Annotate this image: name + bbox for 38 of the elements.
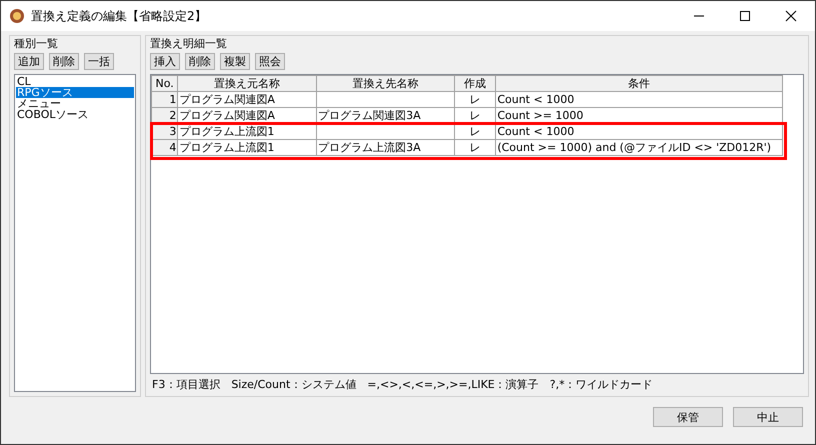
toolbar-button[interactable]: 一括 — [84, 53, 114, 70]
toolbar-button[interactable]: 追加 — [14, 53, 44, 70]
group-title: 種別一覧 — [14, 36, 59, 51]
column-header[interactable]: 条件 — [496, 76, 782, 92]
table-cell: プログラム関連図3A — [316, 108, 454, 124]
group-title: 置換え明細一覧 — [150, 36, 228, 51]
row-number: 1 — [152, 92, 178, 108]
table-cell: Count >= 1000 — [496, 108, 782, 124]
column-header[interactable]: 作成 — [454, 76, 496, 92]
maximize-icon[interactable] — [739, 10, 751, 22]
toolbar-button[interactable]: 照会 — [255, 53, 285, 70]
list-item[interactable]: メニュー — [16, 98, 134, 109]
close-icon[interactable] — [785, 10, 797, 22]
table-cell: (Count >= 1000) and (@ファイルID <> 'ZD012R') — [496, 140, 782, 156]
column-header[interactable]: No. — [152, 76, 178, 92]
window-title: 置換え定義の編集【省略設定2】 — [31, 8, 207, 24]
table-cell: プログラム関連図A — [178, 92, 317, 108]
table-cell: レ — [454, 92, 496, 108]
toolbar-button[interactable]: 削除 — [185, 53, 215, 70]
table-cell: プログラム関連図A — [178, 108, 317, 124]
list-item[interactable]: CL — [16, 76, 134, 87]
dialog-button[interactable]: 中止 — [733, 407, 803, 427]
table-cell: レ — [454, 124, 496, 140]
column-header[interactable]: 置換え元名称 — [178, 76, 317, 92]
toolbar-button[interactable]: 削除 — [49, 53, 79, 70]
toolbar-button[interactable]: 複製 — [220, 53, 250, 70]
column-header[interactable]: 置換え先名称 — [316, 76, 454, 92]
hint-text: F3：項目選択 Size/Count：システム値 =,<>,<,<=,>,>=,LIKE：演算子 ?,*：ワイルドカード — [151, 377, 654, 392]
table-cell: プログラム上流図3A — [316, 140, 454, 156]
table-cell: Count < 1000 — [496, 92, 782, 108]
table-cell: プログラム上流図1 — [178, 140, 317, 156]
app-icon — [9, 8, 25, 24]
list-item[interactable]: COBOLソース — [16, 109, 134, 120]
table-cell: レ — [454, 140, 496, 156]
list-item[interactable]: RPGソース — [16, 87, 134, 98]
table-cell: Count < 1000 — [496, 124, 782, 140]
dialog-button[interactable]: 保管 — [653, 407, 723, 427]
toolbar-button[interactable]: 挿入 — [150, 53, 180, 70]
